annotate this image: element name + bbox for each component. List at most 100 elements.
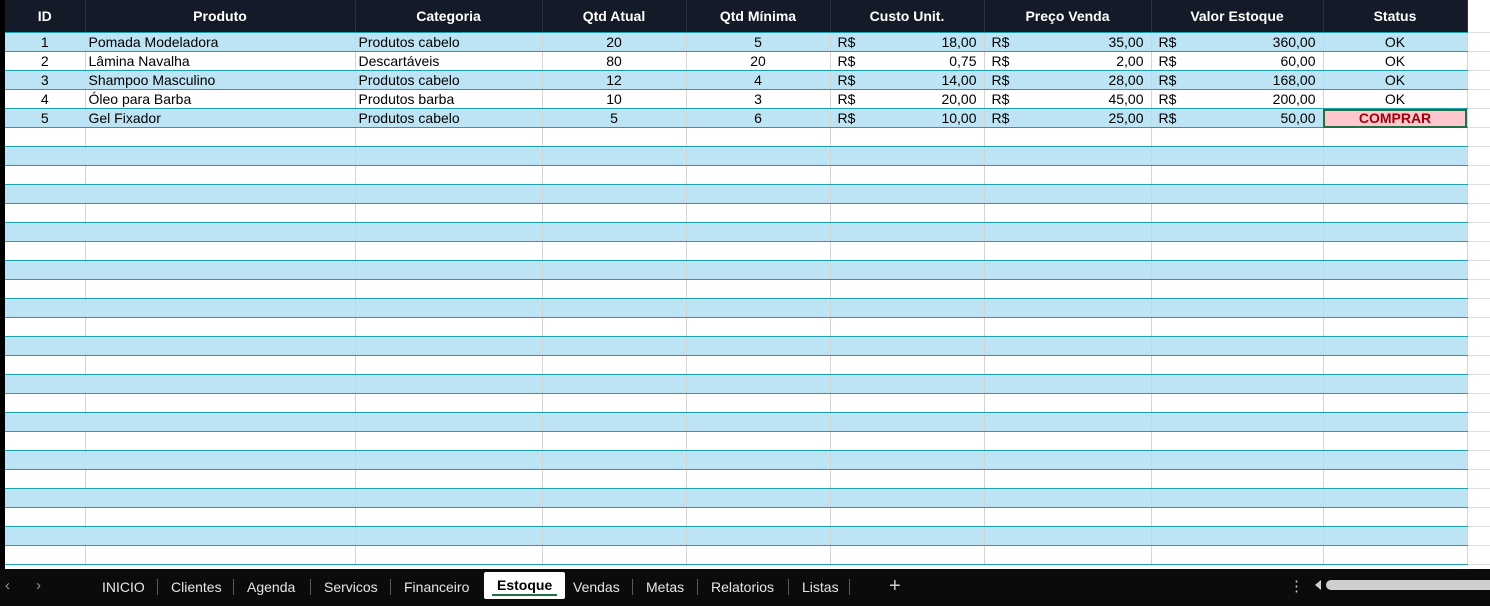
empty-cell[interactable] [1467,412,1490,432]
cell-valor-estoque[interactable]: R$ 50,00 [1151,108,1324,128]
empty-cell[interactable] [830,127,985,147]
empty-cell[interactable] [1323,393,1468,413]
empty-cell[interactable] [1151,127,1324,147]
empty-cell[interactable] [85,374,356,394]
empty-cell[interactable] [1323,203,1468,223]
empty-cell[interactable] [85,507,356,527]
empty-cell[interactable] [1467,336,1490,356]
empty-cell[interactable] [1467,127,1490,147]
empty-cell[interactable] [830,545,985,565]
empty-cell[interactable] [1151,526,1324,546]
empty-cell[interactable] [1467,203,1490,223]
cell-preco-venda[interactable]: R$ 28,00 [984,70,1152,90]
cell-status[interactable]: OK [1323,51,1468,71]
empty-cell[interactable] [542,526,687,546]
empty-cell[interactable] [85,412,356,432]
empty-cell[interactable] [542,127,687,147]
empty-cell[interactable] [355,355,543,375]
empty-cell[interactable] [5,241,86,261]
empty-cell[interactable] [5,146,86,166]
empty-cell[interactable] [5,260,86,280]
empty-cell[interactable] [686,127,831,147]
cell-qtd-minima[interactable]: 3 [686,89,831,109]
empty-cell[interactable] [686,203,831,223]
cell-valor-estoque[interactable]: R$ 168,00 [1151,70,1324,90]
empty-cell[interactable] [686,469,831,489]
cell-qtd-atual[interactable]: 10 [542,89,687,109]
empty-cell[interactable] [984,355,1152,375]
empty-cell[interactable] [85,488,356,508]
empty-cell[interactable] [85,336,356,356]
empty-cell[interactable] [355,184,543,204]
empty-cell[interactable] [5,203,86,223]
empty-cell[interactable] [1151,165,1324,185]
empty-cell[interactable] [542,545,687,565]
empty-cell[interactable] [355,127,543,147]
empty-cell[interactable] [1151,355,1324,375]
empty-cell[interactable] [5,222,86,242]
empty-cell[interactable] [686,317,831,337]
empty-cell[interactable] [1467,393,1490,413]
cell-id[interactable]: 4 [5,89,86,109]
cell-custo-unit[interactable]: R$ 20,00 [830,89,985,109]
cell-qtd-atual[interactable]: 5 [542,108,687,128]
empty-cell[interactable] [984,412,1152,432]
empty-cell[interactable] [1323,469,1468,489]
empty-cell[interactable] [1467,526,1490,546]
empty-cell[interactable] [686,241,831,261]
empty-cell[interactable] [1467,146,1490,166]
empty-cell[interactable] [85,431,356,451]
empty-cell[interactable] [85,127,356,147]
cell-status[interactable]: OK [1323,70,1468,90]
empty-cell[interactable] [1151,545,1324,565]
empty-cell[interactable] [542,374,687,394]
empty-cell[interactable] [85,393,356,413]
empty-cell[interactable] [85,222,356,242]
empty-cell[interactable] [686,488,831,508]
empty-cell[interactable] [1467,355,1490,375]
empty-cell[interactable] [1151,184,1324,204]
empty-cell[interactable] [1323,165,1468,185]
cell-status[interactable]: OK [1323,89,1468,109]
empty-cell[interactable] [984,298,1152,318]
empty-cell[interactable] [85,165,356,185]
empty-cell[interactable] [355,526,543,546]
empty-cell[interactable] [1323,507,1468,527]
empty-cell[interactable] [1323,260,1468,280]
empty-cell[interactable] [542,469,687,489]
empty-cell[interactable] [1151,374,1324,394]
cell-qtd-atual[interactable]: 20 [542,32,687,52]
tab-estoque[interactable]: Estoque [484,572,566,599]
empty-cell[interactable] [984,127,1152,147]
empty-cell[interactable] [1151,469,1324,489]
empty-cell[interactable] [5,507,86,527]
empty-cell[interactable] [355,507,543,527]
cell-qtd-atual[interactable]: 80 [542,51,687,71]
cell-categoria[interactable]: Produtos barba [355,89,543,109]
empty-cell[interactable] [830,184,985,204]
empty-cell[interactable] [355,488,543,508]
empty-cell[interactable] [686,184,831,204]
cell-produto[interactable]: Gel Fixador [85,108,356,128]
cell-preco-venda[interactable]: R$ 35,00 [984,32,1152,52]
empty-cell[interactable] [542,317,687,337]
empty-cell[interactable] [1467,431,1490,451]
empty-cell[interactable] [542,507,687,527]
scroll-left-icon[interactable] [1315,580,1321,590]
cell-qtd-minima[interactable]: 6 [686,108,831,128]
empty-cell[interactable] [1151,298,1324,318]
empty-cell[interactable] [984,469,1152,489]
cell-qtd-minima[interactable]: 5 [686,32,831,52]
empty-cell[interactable] [1323,545,1468,565]
tab-inicio[interactable]: INICIO [89,575,158,599]
empty-cell[interactable] [984,374,1152,394]
empty-cell[interactable] [1151,450,1324,470]
empty-cell[interactable] [1151,488,1324,508]
empty-cell[interactable] [830,298,985,318]
empty-cell[interactable] [5,317,86,337]
empty-cell[interactable] [542,146,687,166]
empty-cell[interactable] [542,165,687,185]
empty-cell[interactable] [542,450,687,470]
empty-cell[interactable] [686,222,831,242]
horizontal-scrollbar[interactable] [1326,580,1490,590]
